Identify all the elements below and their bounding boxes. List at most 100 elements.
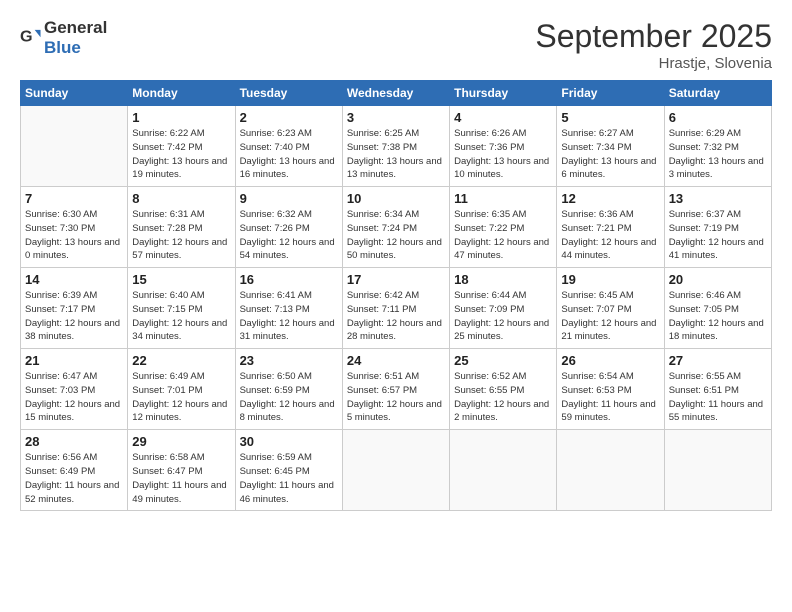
day-info: Sunrise: 6:37 AMSunset: 7:19 PMDaylight:… bbox=[669, 208, 767, 263]
day-cell bbox=[557, 430, 664, 511]
calendar-header: Sunday Monday Tuesday Wednesday Thursday… bbox=[21, 81, 772, 106]
day-number: 30 bbox=[240, 434, 338, 449]
day-number: 29 bbox=[132, 434, 230, 449]
day-number: 9 bbox=[240, 191, 338, 206]
day-number: 20 bbox=[669, 272, 767, 287]
day-info: Sunrise: 6:31 AMSunset: 7:28 PMDaylight:… bbox=[132, 208, 230, 263]
day-cell bbox=[664, 430, 771, 511]
day-cell: 2 Sunrise: 6:23 AMSunset: 7:40 PMDaylight… bbox=[235, 106, 342, 187]
day-number: 5 bbox=[561, 110, 659, 125]
day-cell: 8 Sunrise: 6:31 AMSunset: 7:28 PMDaylight… bbox=[128, 187, 235, 268]
day-info: Sunrise: 6:52 AMSunset: 6:55 PMDaylight:… bbox=[454, 370, 552, 425]
day-cell bbox=[450, 430, 557, 511]
logo-blue: Blue bbox=[44, 38, 81, 57]
calendar-body: 1Sunrise: 6:22 AMSunset: 7:42 PMDaylight… bbox=[21, 106, 772, 511]
day-number: 16 bbox=[240, 272, 338, 287]
day-info: Sunrise: 6:34 AMSunset: 7:24 PMDaylight:… bbox=[347, 208, 445, 263]
logo-icon: G bbox=[20, 27, 42, 49]
day-info: Sunrise: 6:27 AMSunset: 7:34 PMDaylight:… bbox=[561, 127, 659, 182]
day-cell: 24 Sunrise: 6:51 AMSunset: 6:57 PMDayligh… bbox=[342, 349, 449, 430]
col-saturday: Saturday bbox=[664, 81, 771, 106]
day-info: Sunrise: 6:42 AMSunset: 7:11 PMDaylight:… bbox=[347, 289, 445, 344]
day-info: Sunrise: 6:44 AMSunset: 7:09 PMDaylight:… bbox=[454, 289, 552, 344]
day-cell: 19Sunrise: 6:45 AMSunset: 7:07 PMDayligh… bbox=[557, 268, 664, 349]
day-info: Sunrise: 6:47 AMSunset: 7:03 PMDaylight:… bbox=[25, 370, 123, 425]
week-row-2: 7Sunrise: 6:30 AMSunset: 7:30 PMDaylight… bbox=[21, 187, 772, 268]
col-monday: Monday bbox=[128, 81, 235, 106]
day-cell: 25 Sunrise: 6:52 AMSunset: 6:55 PMDayligh… bbox=[450, 349, 557, 430]
day-cell: 10 Sunrise: 6:34 AMSunset: 7:24 PMDayligh… bbox=[342, 187, 449, 268]
day-cell: 9 Sunrise: 6:32 AMSunset: 7:26 PMDaylight… bbox=[235, 187, 342, 268]
day-info: Sunrise: 6:50 AMSunset: 6:59 PMDaylight:… bbox=[240, 370, 338, 425]
day-info: Sunrise: 6:22 AMSunset: 7:42 PMDaylight:… bbox=[132, 127, 230, 182]
day-info: Sunrise: 6:51 AMSunset: 6:57 PMDaylight:… bbox=[347, 370, 445, 425]
day-number: 21 bbox=[25, 353, 123, 368]
day-number: 6 bbox=[669, 110, 767, 125]
day-info: Sunrise: 6:26 AMSunset: 7:36 PMDaylight:… bbox=[454, 127, 552, 182]
day-cell: 15 Sunrise: 6:40 AMSunset: 7:15 PMDayligh… bbox=[128, 268, 235, 349]
day-number: 25 bbox=[454, 353, 552, 368]
day-cell: 3 Sunrise: 6:25 AMSunset: 7:38 PMDaylight… bbox=[342, 106, 449, 187]
day-info: Sunrise: 6:32 AMSunset: 7:26 PMDaylight:… bbox=[240, 208, 338, 263]
day-cell: 20Sunrise: 6:46 AMSunset: 7:05 PMDayligh… bbox=[664, 268, 771, 349]
day-cell: 14Sunrise: 6:39 AMSunset: 7:17 PMDayligh… bbox=[21, 268, 128, 349]
col-friday: Friday bbox=[557, 81, 664, 106]
location-subtitle: Hrastje, Slovenia bbox=[535, 55, 772, 72]
day-cell: 5 Sunrise: 6:27 AMSunset: 7:34 PMDaylight… bbox=[557, 106, 664, 187]
day-number: 15 bbox=[132, 272, 230, 287]
day-number: 10 bbox=[347, 191, 445, 206]
day-info: Sunrise: 6:25 AMSunset: 7:38 PMDaylight:… bbox=[347, 127, 445, 182]
day-cell: 11Sunrise: 6:35 AMSunset: 7:22 PMDayligh… bbox=[450, 187, 557, 268]
day-cell: 30 Sunrise: 6:59 AMSunset: 6:45 PMDayligh… bbox=[235, 430, 342, 511]
day-info: Sunrise: 6:40 AMSunset: 7:15 PMDaylight:… bbox=[132, 289, 230, 344]
svg-text:G: G bbox=[20, 28, 33, 46]
day-info: Sunrise: 6:59 AMSunset: 6:45 PMDaylight:… bbox=[240, 451, 338, 506]
day-cell: 21 Sunrise: 6:47 AMSunset: 7:03 PMDayligh… bbox=[21, 349, 128, 430]
day-number: 27 bbox=[669, 353, 767, 368]
month-title: September 2025 bbox=[535, 18, 772, 55]
day-number: 12 bbox=[561, 191, 659, 206]
header-row: Sunday Monday Tuesday Wednesday Thursday… bbox=[21, 81, 772, 106]
day-cell: 28 Sunrise: 6:56 AMSunset: 6:49 PMDayligh… bbox=[21, 430, 128, 511]
day-number: 28 bbox=[25, 434, 123, 449]
day-cell: 29 Sunrise: 6:58 AMSunset: 6:47 PMDayligh… bbox=[128, 430, 235, 511]
day-number: 3 bbox=[347, 110, 445, 125]
day-number: 2 bbox=[240, 110, 338, 125]
day-cell bbox=[21, 106, 128, 187]
day-number: 18 bbox=[454, 272, 552, 287]
day-info: Sunrise: 6:55 AMSunset: 6:51 PMDaylight:… bbox=[669, 370, 767, 425]
day-cell: 26Sunrise: 6:54 AMSunset: 6:53 PMDayligh… bbox=[557, 349, 664, 430]
day-number: 24 bbox=[347, 353, 445, 368]
day-info: Sunrise: 6:30 AMSunset: 7:30 PMDaylight:… bbox=[25, 208, 123, 263]
day-number: 8 bbox=[132, 191, 230, 206]
day-info: Sunrise: 6:49 AMSunset: 7:01 PMDaylight:… bbox=[132, 370, 230, 425]
col-sunday: Sunday bbox=[21, 81, 128, 106]
page: G General Blue September 2025 Hrastje, S… bbox=[0, 0, 792, 612]
day-number: 4 bbox=[454, 110, 552, 125]
day-number: 11 bbox=[454, 191, 552, 206]
day-info: Sunrise: 6:36 AMSunset: 7:21 PMDaylight:… bbox=[561, 208, 659, 263]
day-cell: 4 Sunrise: 6:26 AMSunset: 7:36 PMDaylight… bbox=[450, 106, 557, 187]
day-cell: 12 Sunrise: 6:36 AMSunset: 7:21 PMDayligh… bbox=[557, 187, 664, 268]
day-cell: 17 Sunrise: 6:42 AMSunset: 7:11 PMDayligh… bbox=[342, 268, 449, 349]
day-number: 17 bbox=[347, 272, 445, 287]
day-info: Sunrise: 6:56 AMSunset: 6:49 PMDaylight:… bbox=[25, 451, 123, 506]
day-info: Sunrise: 6:23 AMSunset: 7:40 PMDaylight:… bbox=[240, 127, 338, 182]
day-number: 19 bbox=[561, 272, 659, 287]
day-info: Sunrise: 6:29 AMSunset: 7:32 PMDaylight:… bbox=[669, 127, 767, 182]
header: G General Blue September 2025 Hrastje, S… bbox=[20, 18, 772, 72]
day-number: 23 bbox=[240, 353, 338, 368]
day-cell bbox=[342, 430, 449, 511]
day-number: 22 bbox=[132, 353, 230, 368]
week-row-3: 14Sunrise: 6:39 AMSunset: 7:17 PMDayligh… bbox=[21, 268, 772, 349]
day-info: Sunrise: 6:58 AMSunset: 6:47 PMDaylight:… bbox=[132, 451, 230, 506]
col-wednesday: Wednesday bbox=[342, 81, 449, 106]
week-row-1: 1Sunrise: 6:22 AMSunset: 7:42 PMDaylight… bbox=[21, 106, 772, 187]
week-row-5: 28 Sunrise: 6:56 AMSunset: 6:49 PMDayligh… bbox=[21, 430, 772, 511]
day-info: Sunrise: 6:54 AMSunset: 6:53 PMDaylight:… bbox=[561, 370, 659, 425]
week-row-4: 21 Sunrise: 6:47 AMSunset: 7:03 PMDayligh… bbox=[21, 349, 772, 430]
day-cell: 6 Sunrise: 6:29 AMSunset: 7:32 PMDaylight… bbox=[664, 106, 771, 187]
calendar-table: Sunday Monday Tuesday Wednesday Thursday… bbox=[20, 80, 772, 511]
title-block: September 2025 Hrastje, Slovenia bbox=[535, 18, 772, 72]
day-cell: 23 Sunrise: 6:50 AMSunset: 6:59 PMDayligh… bbox=[235, 349, 342, 430]
